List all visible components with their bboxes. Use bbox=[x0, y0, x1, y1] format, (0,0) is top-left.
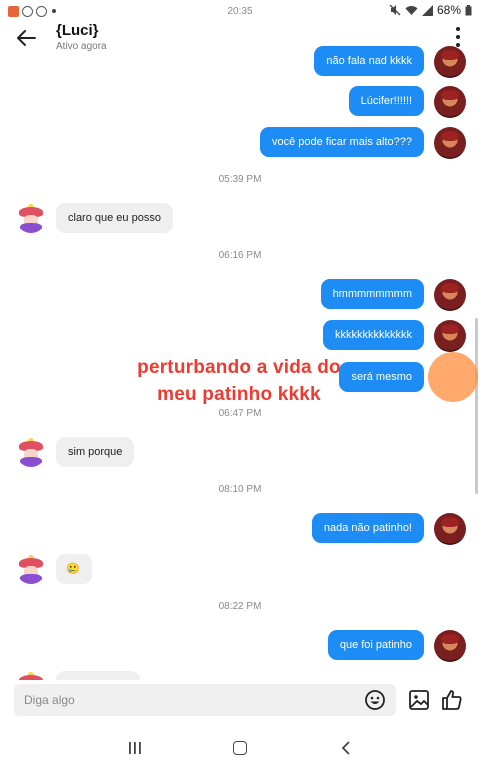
message-bubble-sent[interactable]: você pode ficar mais alto??? bbox=[259, 127, 424, 157]
emoji-icon[interactable] bbox=[364, 689, 386, 711]
my-avatar[interactable] bbox=[434, 127, 466, 159]
overlay-line-2: meu patinho kkkk bbox=[157, 384, 321, 405]
overlay-caption: perturbando a vida do meu patinho kkkk bbox=[124, 354, 354, 408]
contact-avatar[interactable] bbox=[16, 671, 46, 680]
contact-name[interactable]: {Luci} bbox=[56, 22, 99, 39]
battery-percent: 68% bbox=[436, 3, 461, 17]
contact-avatar[interactable] bbox=[16, 203, 46, 233]
message-bubble-sent[interactable]: Lúcifer!!!!!! bbox=[348, 86, 424, 116]
message-bubble-sent[interactable]: nada não patinho! bbox=[311, 513, 424, 543]
message-bubble-received[interactable]: claro que eu posso bbox=[56, 203, 173, 233]
thumbs-up-icon[interactable] bbox=[440, 688, 464, 712]
signal-icon bbox=[421, 4, 433, 16]
message-timestamp: 08:22 PM bbox=[218, 601, 262, 612]
my-avatar[interactable] bbox=[434, 513, 466, 545]
my-avatar[interactable] bbox=[434, 279, 466, 311]
message-timestamp: 05:39 PM bbox=[218, 174, 262, 185]
message-composer bbox=[14, 684, 396, 716]
home-icon[interactable] bbox=[233, 741, 247, 755]
status-right: 68% bbox=[389, 3, 472, 17]
my-avatar[interactable] bbox=[434, 630, 466, 662]
message-bubble-sent[interactable]: não fala nad kkkk bbox=[314, 46, 424, 76]
scrollbar[interactable] bbox=[475, 318, 478, 494]
my-avatar[interactable] bbox=[434, 46, 466, 78]
battery-icon bbox=[465, 4, 472, 15]
message-bubble-received[interactable]: 🥲 bbox=[56, 554, 92, 584]
status-bar: 20:35 68% bbox=[0, 0, 480, 22]
more-options-icon[interactable] bbox=[454, 26, 462, 48]
image-gallery-icon[interactable] bbox=[408, 689, 430, 711]
message-bubble-received[interactable] bbox=[56, 671, 140, 680]
my-avatar[interactable] bbox=[434, 320, 466, 352]
highlighted-avatar bbox=[428, 352, 478, 402]
message-timestamp: 06:47 PM bbox=[218, 408, 262, 419]
contact-avatar[interactable] bbox=[16, 437, 46, 467]
system-nav-bar bbox=[0, 728, 480, 768]
overlay-line-1: perturbando a vida do bbox=[137, 357, 341, 378]
message-input[interactable] bbox=[24, 684, 344, 716]
message-timestamp: 06:16 PM bbox=[218, 250, 262, 261]
message-timestamp: 08:10 PM bbox=[218, 484, 262, 495]
my-avatar[interactable] bbox=[434, 86, 466, 118]
message-bubble-sent[interactable]: que foi patinho bbox=[327, 630, 424, 660]
nav-back-icon[interactable] bbox=[340, 741, 352, 755]
message-bubble-received[interactable]: sim porque bbox=[56, 437, 135, 467]
recent-apps-icon[interactable] bbox=[128, 742, 142, 754]
contact-avatar[interactable] bbox=[16, 554, 46, 584]
message-bubble-sent[interactable]: hmmmmmmmm bbox=[320, 279, 424, 309]
message-bubble-sent[interactable]: kkkkkkkkkkkkkk bbox=[323, 320, 424, 350]
wifi-icon bbox=[405, 5, 418, 15]
mute-icon bbox=[389, 4, 401, 16]
